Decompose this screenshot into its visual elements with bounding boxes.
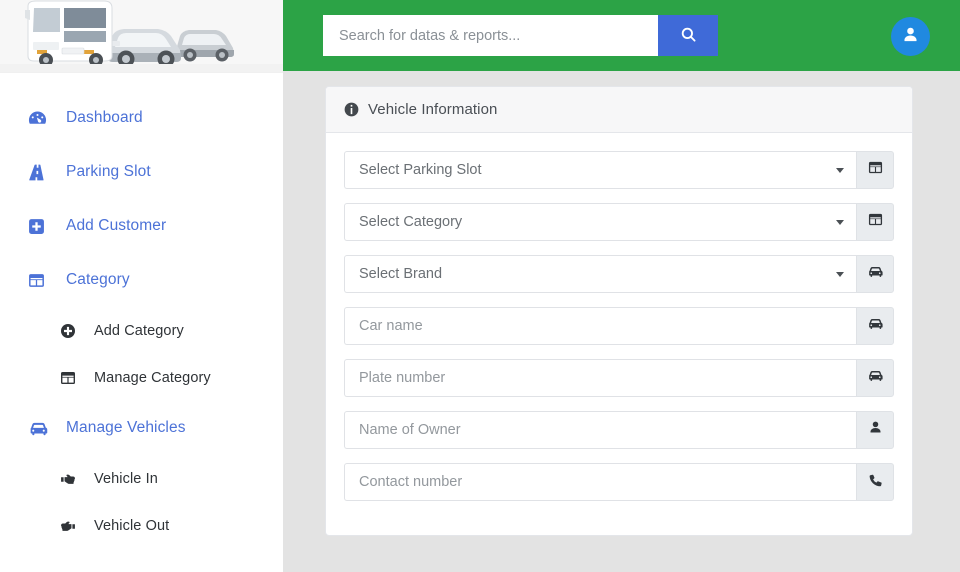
avatar[interactable]	[891, 17, 930, 56]
field-owner-name	[344, 411, 894, 449]
sidebar-item-label: Manage Category	[94, 369, 211, 386]
search-button[interactable]	[658, 15, 718, 56]
sidebar: Dashboard Parking Slot Add Customer Cate…	[0, 0, 283, 572]
table-icon	[868, 160, 883, 180]
sidebar-item-label: Parking Slot	[66, 163, 151, 180]
contact-number-addon-button[interactable]	[856, 463, 894, 501]
sidebar-item-label: Manage Vehicles	[66, 419, 186, 436]
sidebar-item-add-category[interactable]: Add Category	[0, 307, 283, 354]
phone-icon	[867, 472, 883, 493]
dashboard-gauge-icon	[28, 109, 54, 128]
sidebar-item-add-customer[interactable]: Add Customer	[0, 199, 283, 253]
category-addon-button[interactable]	[856, 203, 894, 241]
sidebar-item-dashboard[interactable]: Dashboard	[0, 91, 283, 145]
sidebar-item-vehicle-out[interactable]: Vehicle Out	[0, 502, 283, 549]
parking-slot-addon-button[interactable]	[856, 151, 894, 189]
search-group	[323, 15, 718, 56]
owner-name-input[interactable]	[344, 411, 856, 449]
info-circle-icon	[344, 102, 359, 117]
plate-number-input[interactable]	[344, 359, 856, 397]
field-contact-number	[344, 463, 894, 501]
table-icon	[28, 272, 54, 289]
sidebar-item-category[interactable]: Category	[0, 253, 283, 307]
table-icon	[868, 212, 883, 232]
card-body: Select Parking Slot Select Category Sele…	[326, 133, 912, 535]
table-icon	[60, 370, 82, 386]
car-icon	[867, 315, 884, 337]
hand-point-left-icon	[60, 518, 82, 534]
sidebar-item-manage-category[interactable]: Manage Category	[0, 354, 283, 401]
card-header: Vehicle Information	[326, 87, 912, 133]
category-select[interactable]: Select Category	[344, 203, 856, 241]
plus-square-icon	[28, 218, 54, 235]
search-icon	[680, 26, 697, 46]
sidebar-item-label: Add Category	[94, 322, 184, 339]
sidebar-item-vehicle-in[interactable]: Vehicle In	[0, 455, 283, 502]
hand-point-right-icon	[60, 471, 82, 487]
app-root: Dashboard Parking Slot Add Customer Cate…	[0, 0, 960, 572]
sidebar-item-label: Vehicle Out	[94, 517, 170, 534]
search-input[interactable]	[323, 15, 658, 56]
field-car-name	[344, 307, 894, 345]
user-icon	[868, 420, 883, 440]
sidebar-item-label: Add Customer	[66, 217, 167, 234]
vehicle-information-card: Vehicle Information Select Parking Slot	[325, 86, 913, 536]
parking-slot-select[interactable]: Select Parking Slot	[344, 151, 856, 189]
vehicle-fleet-photo-icon	[0, 0, 283, 72]
main-area: Vehicle Information Select Parking Slot	[283, 0, 960, 572]
car-icon	[867, 367, 884, 389]
car-name-addon-button[interactable]	[856, 307, 894, 345]
contact-number-input[interactable]	[344, 463, 856, 501]
car-icon	[867, 263, 884, 285]
card-title: Vehicle Information	[368, 101, 498, 118]
field-plate-number	[344, 359, 894, 397]
sidebar-item-label: Dashboard	[66, 109, 143, 126]
brand-addon-button[interactable]	[856, 255, 894, 293]
sidebar-nav: Dashboard Parking Slot Add Customer Cate…	[0, 73, 283, 549]
brand-select[interactable]: Select Brand	[344, 255, 856, 293]
car-name-input[interactable]	[344, 307, 856, 345]
brand-logo[interactable]	[0, 0, 283, 73]
sidebar-item-label: Vehicle In	[94, 470, 158, 487]
field-parking-slot: Select Parking Slot	[344, 151, 894, 189]
field-brand: Select Brand	[344, 255, 894, 293]
car-icon	[28, 418, 54, 439]
plate-number-addon-button[interactable]	[856, 359, 894, 397]
content-scroll-area: Vehicle Information Select Parking Slot	[283, 71, 960, 572]
top-header-bar	[283, 0, 960, 71]
field-category: Select Category	[344, 203, 894, 241]
sidebar-item-manage-vehicles[interactable]: Manage Vehicles	[0, 401, 283, 455]
plus-circle-icon	[60, 323, 82, 339]
sidebar-item-label: Category	[66, 271, 130, 288]
user-icon	[901, 25, 920, 49]
sidebar-item-parking-slot[interactable]: Parking Slot	[0, 145, 283, 199]
owner-name-addon-button[interactable]	[856, 411, 894, 449]
road-icon	[28, 163, 54, 182]
